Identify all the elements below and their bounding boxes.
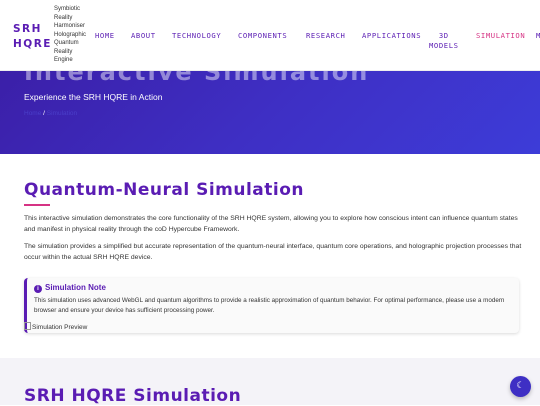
navbar: SRH HQRE Symbiotic Reality Harmoniser Ho… xyxy=(0,0,540,71)
section-title: Quantum-Neural Simulation xyxy=(24,180,305,200)
tagline-line: Quantum xyxy=(54,40,79,46)
simulation-section-title: SRH HQRE Simulation xyxy=(24,386,242,406)
tagline-line: Symbiotic xyxy=(54,6,81,12)
hero-banner: Interactive Simulation Experience the SR… xyxy=(0,70,540,154)
hero-title: Interactive Simulation xyxy=(24,70,370,86)
simulation-preview-image: Simulation Preview xyxy=(24,322,87,331)
site-logo[interactable]: SRH HQRE xyxy=(13,22,52,52)
moon-icon: ☾ xyxy=(516,381,525,391)
nav-more[interactable]: M xyxy=(536,31,540,41)
hero-subtitle: Experience the SRH HQRE in Action xyxy=(24,92,163,102)
breadcrumb-separator: / xyxy=(43,110,45,117)
nav-applications[interactable]: APPLICATIONS xyxy=(362,31,421,41)
nav-components[interactable]: COMPONENTS xyxy=(238,31,287,41)
note-heading: i Simulation Note xyxy=(34,283,106,293)
tagline-line: Reality xyxy=(54,48,73,55)
description-paragraph: The simulation provides a simplified but… xyxy=(24,243,522,261)
nav-technology[interactable]: TECHNOLOGY xyxy=(172,31,221,41)
simulation-section: SRH HQRE Simulation xyxy=(0,358,540,406)
logo-line2: HQRE xyxy=(13,38,52,50)
note-text: This simulation uses advanced WebGL and … xyxy=(34,297,505,314)
nav-about[interactable]: ABOUT xyxy=(131,31,156,41)
tagline-line: Harmoniser xyxy=(54,23,86,29)
theme-toggle-button[interactable]: ☾ xyxy=(510,376,531,397)
intro-paragraph: This interactive simulation demonstrates… xyxy=(24,215,518,233)
breadcrumb: Home / Simulation xyxy=(24,110,77,117)
tagline-line: Holographic xyxy=(54,31,87,38)
tagline-line: Reality xyxy=(54,14,73,21)
title-underline xyxy=(24,204,50,206)
preview-alt-text: Simulation Preview xyxy=(32,324,88,331)
simulation-note: i Simulation Note This simulation uses ad… xyxy=(24,278,519,333)
nav-home[interactable]: HOME xyxy=(95,31,115,41)
brand-tagline: Symbiotic Reality Harmoniser Holographic… xyxy=(54,5,98,65)
broken-image-icon xyxy=(24,322,31,330)
info-icon: i xyxy=(34,285,42,293)
breadcrumb-current: Simulation xyxy=(46,110,78,117)
nav-simulation[interactable]: SIMULATION xyxy=(476,31,525,41)
nav-3d-models-line2: MODELS xyxy=(429,41,459,50)
nav-research[interactable]: RESEARCH xyxy=(306,31,345,41)
note-title: Simulation Note xyxy=(45,283,106,292)
nav-3d-models-line1: 3D xyxy=(438,31,449,40)
logo-line1: SRH xyxy=(13,23,42,35)
nav-3d-models[interactable]: 3D MODELS xyxy=(429,31,459,51)
breadcrumb-home[interactable]: Home xyxy=(24,110,41,117)
tagline-line: Engine xyxy=(54,57,73,63)
